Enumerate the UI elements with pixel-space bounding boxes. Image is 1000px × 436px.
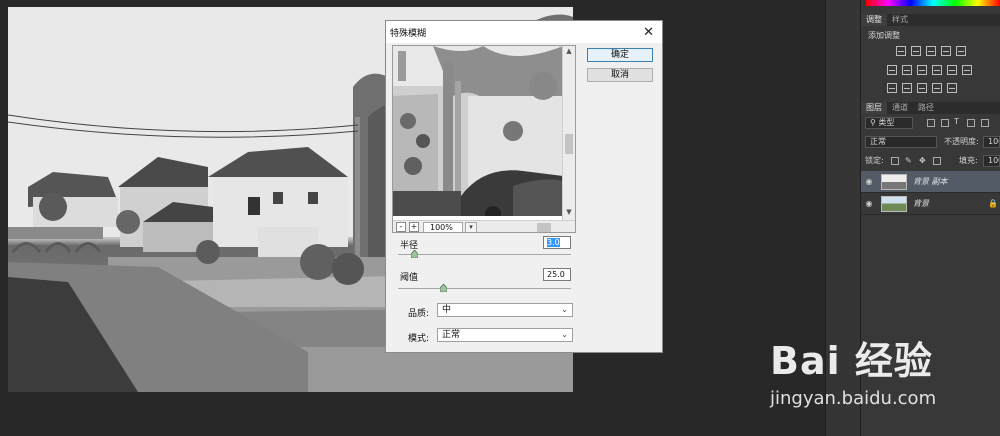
color-spectrum-bar[interactable] (866, 0, 1000, 6)
special-blur-dialog: 特殊模糊 ✕ ▲ ▼ - + 100% ▾ 确定 取消 半径 3.0 阈值 25… (385, 20, 663, 353)
layer-filter-value: 类型 (878, 118, 895, 127)
filter-type-icon[interactable]: T (954, 116, 959, 128)
filter-pixel-icon[interactable] (927, 119, 935, 127)
radius-slider-thumb[interactable] (411, 250, 418, 258)
opacity-input[interactable]: 100% (983, 136, 1000, 148)
adjustment-icons-row-2 (887, 65, 972, 75)
mode-value: 正常 (442, 330, 461, 340)
baidu-jingyan-watermark: Bai 经验 jingyan.baidu.com (770, 330, 970, 420)
horizontal-scroll-thumb[interactable] (537, 222, 551, 232)
watermark-logo-text: Bai 经验 (770, 339, 933, 383)
lock-all-icon[interactable] (933, 157, 941, 165)
eye-icon[interactable]: ◉ (861, 199, 877, 208)
levels-icon[interactable] (911, 46, 921, 56)
eye-icon[interactable]: ◉ (861, 177, 877, 186)
quality-label: 品质: (408, 309, 430, 319)
channel-mixer-icon[interactable] (947, 65, 957, 75)
preview-pane[interactable]: ▲ ▼ - + 100% ▾ (392, 45, 576, 233)
brightness-icon[interactable] (896, 46, 906, 56)
adjustment-icons-row-3 (887, 83, 957, 93)
ok-button[interactable]: 确定 (587, 48, 653, 62)
preview-image[interactable] (393, 46, 563, 216)
zoom-out-button[interactable]: - (396, 222, 406, 232)
color-lookup-icon[interactable] (962, 65, 972, 75)
radius-value: 3.0 (547, 238, 560, 247)
tab-adjustments[interactable]: 调整 (861, 14, 887, 26)
watermark-url: jingyan.baidu.com (770, 388, 937, 409)
tab-layers[interactable]: 图层 (861, 102, 887, 114)
fill-input[interactable]: 100% (983, 155, 1000, 167)
lock-paint-icon[interactable]: ✎ (905, 155, 912, 167)
tab-paths[interactable]: 路径 (913, 102, 939, 114)
layer-thumbnail (881, 195, 907, 212)
radius-input[interactable]: 3.0 (543, 236, 571, 249)
tab-channels[interactable]: 通道 (887, 102, 913, 114)
opacity-value: 100% (988, 137, 999, 146)
blend-mode-select[interactable]: 正常 (865, 136, 937, 148)
quality-select[interactable]: 中 ⌄ (437, 303, 573, 317)
chevron-down-icon[interactable]: ▾ (465, 221, 477, 232)
zoom-in-button[interactable]: + (409, 222, 419, 232)
selective-color-icon[interactable] (947, 83, 957, 93)
adjustment-icons-row-1 (896, 46, 966, 56)
layer-name: 背景 (913, 199, 929, 208)
blend-mode-value: 正常 (870, 137, 886, 146)
zoom-level-value: 100% (423, 221, 463, 232)
tab-styles[interactable]: 样式 (887, 14, 913, 26)
hue-saturation-icon[interactable] (887, 65, 897, 75)
black-white-icon[interactable] (917, 65, 927, 75)
layer-thumbnail (881, 173, 907, 190)
cancel-button[interactable]: 取消 (587, 68, 653, 82)
layer-name: 背景 副本 (913, 177, 948, 186)
preview-zoom-bar: - + 100% ▾ (393, 220, 575, 232)
scroll-down-icon[interactable]: ▼ (563, 208, 575, 216)
lock-transparent-icon[interactable] (891, 157, 899, 165)
threshold-slider-thumb[interactable] (440, 284, 447, 292)
lock-label: 锁定: (865, 156, 884, 165)
preview-horizontal-scrollbar[interactable] (483, 222, 563, 232)
mode-label: 模式: (408, 334, 430, 344)
close-icon[interactable]: ✕ (643, 26, 654, 39)
fill-label: 填充: (959, 156, 978, 165)
chevron-down-icon: ⌄ (561, 330, 568, 339)
color-balance-icon[interactable] (902, 65, 912, 75)
photo-filter-icon[interactable] (932, 65, 942, 75)
preview-vertical-scrollbar[interactable]: ▲ ▼ (562, 46, 575, 220)
posterize-icon[interactable] (902, 83, 912, 93)
gradient-map-icon[interactable] (932, 83, 942, 93)
opacity-label: 不透明度: (944, 137, 979, 146)
filter-adjust-icon[interactable] (941, 119, 949, 127)
threshold-slider-track[interactable] (398, 288, 571, 289)
vibrance-icon[interactable] (956, 46, 966, 56)
dialog-titlebar[interactable]: 特殊模糊 ✕ (386, 21, 662, 43)
threshold-input[interactable]: 25.0 (543, 268, 571, 281)
layers-tabs: 图层 通道 路径 (861, 102, 1000, 114)
lock-icon: 🔒 (988, 199, 998, 208)
exposure-icon[interactable] (941, 46, 951, 56)
layer-row[interactable]: ◉ 背景 副本 (861, 171, 1000, 193)
vertical-scroll-thumb[interactable] (565, 134, 573, 154)
add-adjustment-title: 添加调整 (868, 31, 900, 40)
lock-move-icon[interactable]: ✥ (919, 155, 926, 167)
scroll-up-icon[interactable]: ▲ (563, 47, 575, 55)
radius-slider-track[interactable] (398, 254, 571, 255)
filter-shape-icon[interactable] (967, 119, 975, 127)
mode-select[interactable]: 正常 ⌄ (437, 328, 573, 342)
dialog-title: 特殊模糊 (390, 28, 427, 39)
quality-value: 中 (442, 305, 452, 315)
chevron-down-icon: ⌄ (561, 305, 568, 314)
threshold-value: 25.0 (547, 270, 565, 279)
layer-filter-select[interactable]: ⚲ 类型 (865, 117, 913, 129)
curves-icon[interactable] (926, 46, 936, 56)
filter-smart-icon[interactable] (981, 119, 989, 127)
invert-icon[interactable] (887, 83, 897, 93)
adjust-tabs: 调整 样式 (861, 14, 1000, 26)
threshold-icon[interactable] (917, 83, 927, 93)
layer-row[interactable]: ◉ 背景 🔒 (861, 193, 1000, 215)
fill-value: 100% (988, 156, 999, 165)
threshold-label: 阈值 (400, 273, 419, 283)
